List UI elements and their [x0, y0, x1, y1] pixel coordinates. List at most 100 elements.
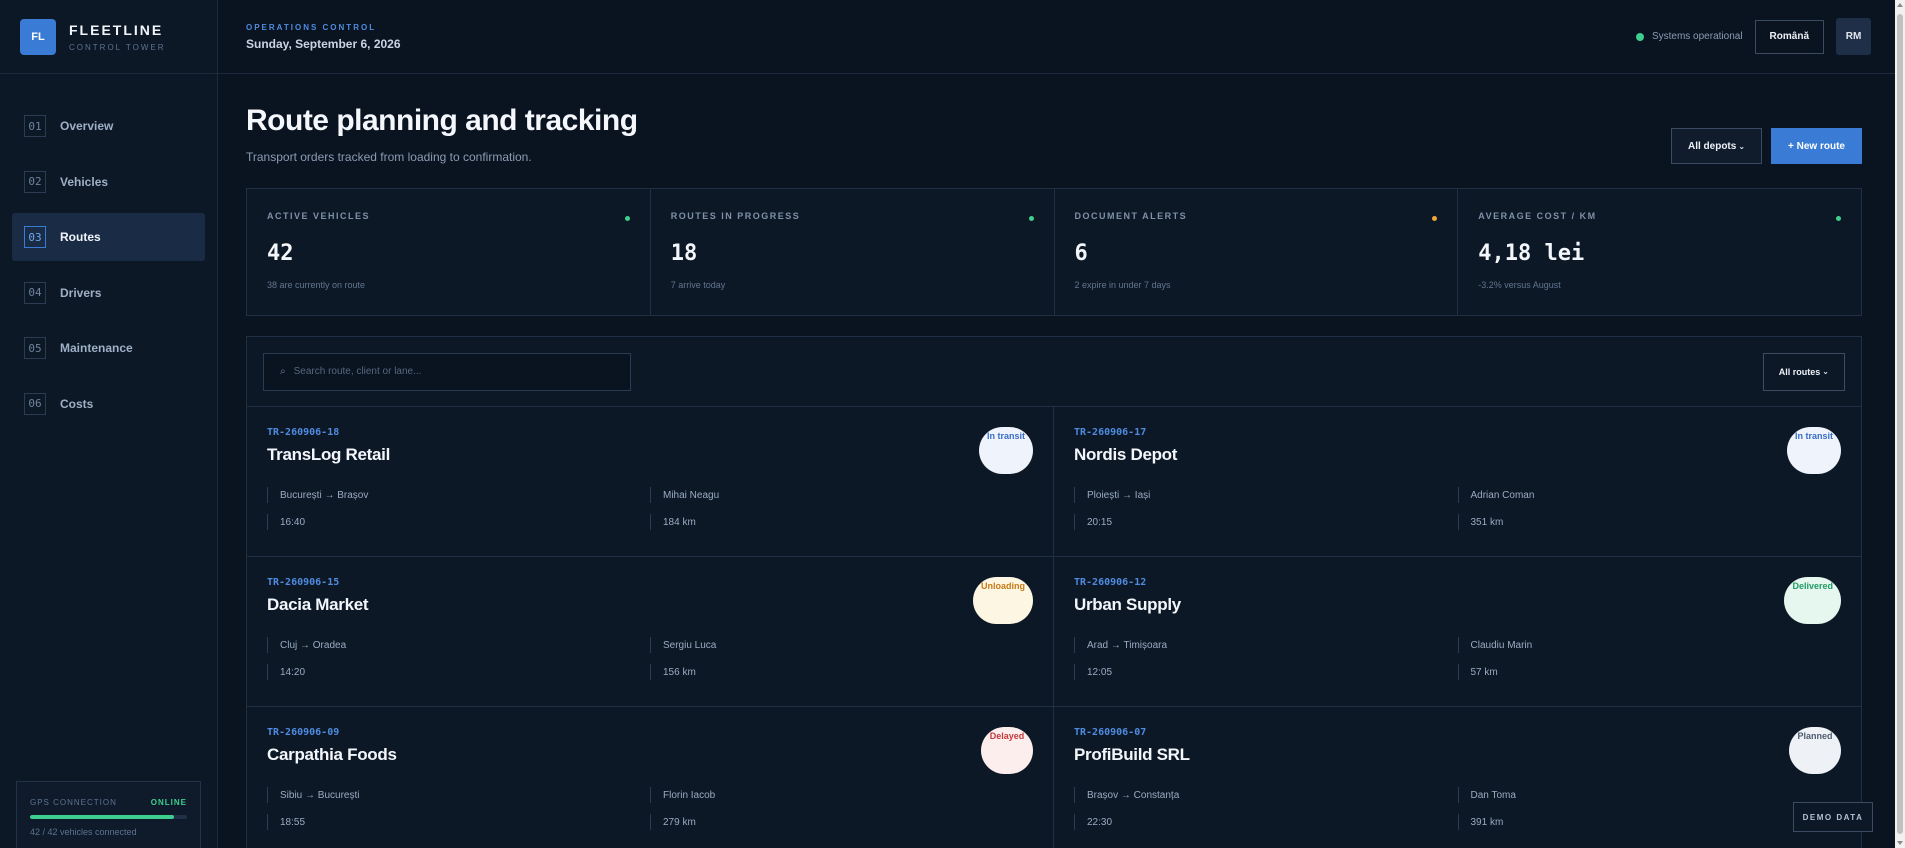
brand-logo: FL	[20, 18, 56, 55]
brand[interactable]: FL FLEETLINE CONTROL TOWER	[0, 0, 217, 74]
brand-name: FLEETLINE	[69, 21, 164, 38]
sidebar-item-drivers[interactable]: 04 Drivers	[12, 269, 205, 317]
route-card[interactable]: TR-260906-12 Urban Supply Delivered Arad…	[1054, 557, 1861, 707]
sidebar-item-label: Costs	[60, 396, 94, 411]
route-distance: 184 km	[650, 514, 1033, 530]
stat-value: 42	[267, 241, 294, 266]
status-badge: Delayed	[981, 727, 1033, 774]
sidebar-nav: 01 Overview 02 Vehicles 03 Routes 04 Dri…	[0, 74, 217, 428]
route-id: TR-260906-12	[1074, 577, 1147, 588]
nav-number: 01	[24, 115, 46, 137]
route-client: Carpathia Foods	[267, 745, 397, 764]
route-lane: Arad → Timișoara	[1074, 637, 1458, 653]
sidebar-item-label: Vehicles	[60, 174, 109, 189]
route-distance: 279 km	[650, 814, 1033, 830]
route-filter-button[interactable]: All routes ⌄	[1762, 352, 1845, 391]
new-route-button[interactable]: + New route	[1771, 128, 1862, 164]
route-lane: Ploiești → Iași	[1074, 487, 1458, 503]
search-input[interactable]: ⌕ Search route, client or lane...	[263, 352, 631, 391]
sidebar-item-costs[interactable]: 06 Costs	[12, 380, 205, 428]
route-client: Dacia Market	[267, 595, 369, 614]
nav-number: 02	[24, 170, 46, 193]
stats-row: ACTIVE VEHICLES 42 38 are currently on r…	[246, 188, 1862, 316]
route-card[interactable]: TR-260906-17 Nordis Depot In transit Plo…	[1054, 407, 1861, 557]
stat-value: 18	[670, 241, 698, 266]
route-driver: Adrian Coman	[1457, 487, 1842, 503]
brand-subtitle: CONTROL TOWER	[69, 42, 166, 52]
gps-progress-fill	[30, 815, 175, 819]
scroll-down-arrow-icon[interactable]	[1897, 841, 1903, 845]
stat-label: ROUTES IN PROGRESS	[670, 211, 801, 221]
sidebar-item-vehicles[interactable]: 02 Vehicles	[12, 158, 205, 206]
route-driver: Claudiu Marin	[1457, 637, 1842, 653]
stat-value: 6	[1074, 241, 1088, 266]
stat-label: AVERAGE COST / KM	[1478, 211, 1597, 221]
gps-count: 42 / 42 vehicles connected	[30, 827, 137, 837]
stat-label: DOCUMENT ALERTS	[1074, 211, 1188, 221]
nav-number: 04	[24, 281, 46, 304]
topbar-date: Sunday, September 6, 2026	[246, 36, 401, 51]
sidebar-item-overview[interactable]: 01 Overview	[12, 102, 205, 150]
depot-filter-button[interactable]: All depots ⌄	[1670, 128, 1763, 164]
nav-number: 06	[24, 392, 46, 415]
topbar: OPERATIONS CONTROL Sunday, September 6, …	[218, 0, 1895, 74]
route-id: TR-260906-18	[267, 427, 340, 438]
status-dot-icon	[1028, 216, 1034, 221]
route-card[interactable]: TR-260906-07 ProfiBuild SRL Planned Braș…	[1054, 707, 1861, 848]
search-placeholder: Search route, client or lane...	[293, 366, 422, 377]
sidebar-item-label: Overview	[60, 119, 114, 133]
routes-panel: ⌕ Search route, client or lane... All ro…	[246, 336, 1862, 848]
stat-average-cost: AVERAGE COST / KM 4,18 lei -3.2% versus …	[1458, 189, 1861, 315]
route-driver: Florin Iacob	[650, 787, 1033, 803]
route-cards-grid: TR-260906-18 TransLog Retail In transit …	[247, 407, 1861, 848]
avatar[interactable]: RM	[1836, 18, 1871, 55]
search-icon: ⌕	[280, 366, 286, 377]
scroll-up-arrow-icon[interactable]	[1897, 3, 1903, 7]
route-id: TR-260906-07	[1074, 727, 1147, 738]
stat-routes-in-progress: ROUTES IN PROGRESS 18 7 arrive today	[651, 189, 1055, 315]
status-dot-icon	[1635, 32, 1644, 41]
route-lane: Brașov → Constanța	[1074, 787, 1458, 803]
sidebar-item-label: Routes	[60, 230, 101, 244]
route-card[interactable]: TR-260906-18 TransLog Retail In transit …	[247, 407, 1054, 557]
topbar-eyebrow: OPERATIONS CONTROL	[246, 22, 377, 32]
language-button[interactable]: Română	[1754, 19, 1824, 54]
route-lane: Sibiu → București	[267, 787, 650, 803]
status-badge: In transit	[1786, 427, 1841, 474]
route-driver: Sergiu Luca	[650, 637, 1033, 653]
gps-status: ONLINE	[150, 798, 187, 807]
sidebar-item-label: Drivers	[60, 285, 102, 300]
route-distance: 391 km	[1457, 814, 1842, 830]
sidebar-item-label: Maintenance	[60, 341, 133, 355]
route-time: 16:40	[267, 514, 650, 530]
gps-connection-card: GPS CONNECTION ONLINE 42 / 42 vehicles c…	[16, 781, 201, 848]
sidebar-item-maintenance[interactable]: 05 Maintenance	[12, 324, 205, 372]
route-time: 22:30	[1074, 814, 1458, 830]
status-badge: Planned	[1789, 727, 1841, 774]
sidebar-item-routes[interactable]: 03 Routes	[12, 213, 205, 261]
gps-progress-bar	[30, 815, 187, 819]
scrollbar-thumb[interactable]	[1897, 14, 1903, 834]
stat-value: 4,18 lei	[1478, 241, 1585, 266]
page-subtitle: Transport orders tracked from loading to…	[246, 150, 532, 164]
routes-toolbar: ⌕ Search route, client or lane... All ro…	[247, 337, 1861, 407]
stat-label: ACTIVE VEHICLES	[267, 211, 371, 221]
route-id: TR-260906-09	[267, 727, 340, 738]
chevron-down-icon: ⌄	[1738, 141, 1746, 151]
system-status-text: Systems operational	[1651, 31, 1743, 42]
route-driver: Dan Toma	[1457, 787, 1842, 803]
route-client: TransLog Retail	[267, 445, 391, 464]
scrollbar[interactable]	[1895, 0, 1905, 848]
page-title: Route planning and tracking	[246, 104, 638, 137]
route-client: Nordis Depot	[1074, 445, 1178, 464]
route-client: ProfiBuild SRL	[1074, 745, 1190, 764]
chevron-down-icon: ⌄	[1822, 367, 1829, 376]
stat-note: -3.2% versus August	[1478, 280, 1561, 290]
status-dot-icon	[624, 216, 630, 221]
stat-note: 38 are currently on route	[267, 280, 366, 290]
page-header: Route planning and tracking Transport or…	[246, 74, 1862, 188]
route-card[interactable]: TR-260906-15 Dacia Market Unloading Cluj…	[247, 557, 1054, 707]
route-card[interactable]: TR-260906-09 Carpathia Foods Delayed Sib…	[247, 707, 1054, 848]
stat-note: 7 arrive today	[670, 280, 726, 290]
status-dot-icon	[1836, 216, 1841, 221]
